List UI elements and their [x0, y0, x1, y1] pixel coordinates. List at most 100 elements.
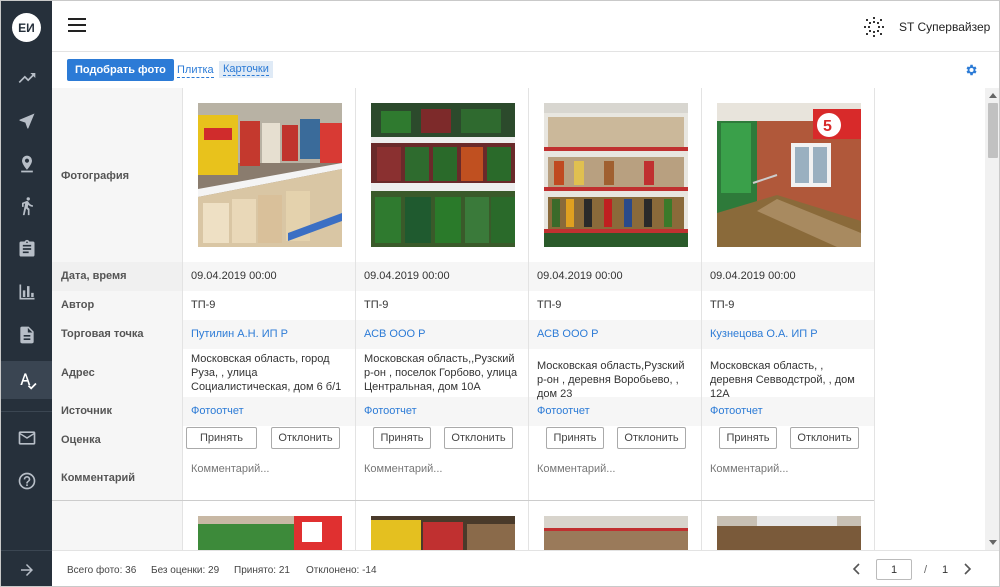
card-datetime: 09.04.2019 00:00: [364, 270, 450, 282]
card-outlet-link[interactable]: АСВ ООО Р: [537, 328, 693, 340]
row-divider: [52, 500, 874, 501]
bar-chart-icon: [19, 284, 34, 300]
card-address: Московская область,Рузский р-он , деревн…: [537, 360, 685, 400]
card-source-link[interactable]: Фотоотчет: [191, 405, 347, 417]
walking-person-icon: [21, 197, 33, 216]
card-outlet-link[interactable]: Кузнецова О.А. ИП Р: [710, 328, 866, 340]
sidebar-item-messages[interactable]: [1, 419, 52, 457]
card-author: ТП-9: [191, 299, 216, 311]
navigation-arrow-icon: [19, 113, 34, 129]
sidebar-item-help[interactable]: [1, 462, 52, 500]
shelf-photo[interactable]: [371, 516, 515, 550]
chevron-right-icon[interactable]: [961, 562, 973, 576]
card-address: Московская область, , деревня Севводстро…: [710, 360, 855, 400]
comment-input[interactable]: Комментарий...: [364, 463, 520, 475]
card-author: ТП-9: [710, 299, 735, 311]
location-pin-icon: [20, 155, 33, 173]
view-cards-label: Карточки: [223, 63, 269, 76]
sidebar-item-analytics[interactable]: [1, 59, 52, 97]
total-pages: 1: [942, 564, 949, 576]
sidebar-item-locations[interactable]: [1, 145, 52, 183]
sidebar-item-visits[interactable]: [1, 187, 52, 225]
label-rating: Оценка: [61, 434, 101, 446]
shelf-photo[interactable]: [198, 103, 342, 247]
card-outlet-link[interactable]: АСВ ООО Р: [364, 328, 520, 340]
accepted-count: Принято: 21: [234, 565, 290, 576]
help-icon: [18, 472, 35, 490]
card-address: Московская область,,Рузский р-он , посел…: [364, 353, 518, 393]
label-address: Адрес: [61, 367, 95, 379]
view-cards-link[interactable]: Карточки: [219, 61, 273, 78]
select-photos-button[interactable]: Подобрать фото: [67, 59, 174, 81]
trending-up-icon: [18, 73, 35, 83]
photo-card: 09.04.2019 00:00 ТП-9 Путилин А.Н. ИП Р …: [183, 88, 356, 550]
label-author: Автор: [61, 299, 95, 311]
accept-button[interactable]: Принять: [719, 427, 777, 449]
vertical-scrollbar[interactable]: [985, 88, 999, 550]
accept-button[interactable]: Принять: [186, 427, 257, 449]
sidebar: ЕИ: [1, 1, 52, 586]
label-comment: Комментарий: [61, 472, 136, 484]
unrated-count: Без оценки: 29: [151, 565, 220, 576]
comment-input[interactable]: Комментарий...: [537, 463, 693, 475]
reject-button[interactable]: Отклонить: [790, 427, 859, 449]
shelf-photo[interactable]: [544, 103, 688, 247]
menu-icon[interactable]: [68, 18, 86, 32]
app-window: ЕИ ST Супервайзер Подобрать фото Плитка …: [0, 0, 1000, 587]
card-outlet-link[interactable]: Путилин А.Н. ИП Р: [191, 328, 347, 340]
document-icon: [19, 326, 34, 344]
reject-button[interactable]: Отклонить: [271, 427, 340, 449]
shelf-photo[interactable]: [544, 516, 688, 550]
sidebar-item-reports[interactable]: [1, 273, 52, 311]
clipboard-icon: [19, 239, 34, 257]
card-address: Московская область, город Руза, , улица …: [191, 353, 342, 393]
page-separator: /: [924, 564, 928, 576]
card-datetime: 09.04.2019 00:00: [191, 270, 277, 282]
photo-card: 5 09.04.2019 00:00 ТП-9 Кузнецова О.А. И…: [702, 88, 875, 550]
comment-input[interactable]: Комментарий...: [191, 463, 347, 475]
card-source-link[interactable]: Фотоотчет: [537, 405, 693, 417]
reject-button[interactable]: Отклонить: [617, 427, 686, 449]
total-photos-count: Всего фото: 36: [67, 565, 137, 576]
sidebar-item-photo-review[interactable]: [1, 361, 52, 399]
card-source-link[interactable]: Фотоотчет: [364, 405, 520, 417]
photo-card: 09.04.2019 00:00 ТП-9 АСВ ООО Р Московск…: [356, 88, 529, 550]
shelf-photo[interactable]: [371, 103, 515, 247]
shelf-photo[interactable]: [198, 516, 342, 550]
avatar[interactable]: ЕИ: [12, 13, 41, 42]
store-photo[interactable]: 5: [717, 103, 861, 247]
rejected-count: Отклонено: -14: [306, 565, 377, 576]
photo-cards-grid: Фотография Дата, время Автор Торговая то…: [52, 88, 985, 550]
crosshair-icon[interactable]: [863, 16, 885, 38]
svg-text:5: 5: [823, 118, 832, 135]
scroll-up-icon[interactable]: [989, 93, 997, 98]
card-datetime: 09.04.2019 00:00: [710, 270, 796, 282]
shelf-photo[interactable]: [717, 516, 861, 550]
toolbar: Подобрать фото Плитка Карточки: [52, 53, 999, 88]
card-author: ТП-9: [537, 299, 562, 311]
user-name[interactable]: ST Супервайзер: [899, 20, 990, 34]
top-header: ST Супервайзер: [52, 1, 999, 52]
scroll-down-icon[interactable]: [989, 540, 997, 545]
sidebar-item-documents[interactable]: [1, 316, 52, 354]
row-labels: Фотография Дата, время Автор Торговая то…: [52, 88, 183, 550]
scroll-thumb[interactable]: [988, 103, 998, 158]
accept-button[interactable]: Принять: [373, 427, 431, 449]
label-datetime: Дата, время: [61, 270, 127, 282]
photo-card: 09.04.2019 00:00 ТП-9 АСВ ООО Р Московск…: [529, 88, 702, 550]
comment-input[interactable]: Комментарий...: [710, 463, 866, 475]
accept-button[interactable]: Принять: [546, 427, 604, 449]
gear-icon[interactable]: [964, 63, 978, 77]
card-datetime: 09.04.2019 00:00: [537, 270, 623, 282]
card-source-link[interactable]: Фотоотчет: [710, 405, 866, 417]
sidebar-expand-button[interactable]: [1, 550, 52, 586]
label-source: Источник: [61, 405, 113, 417]
view-tile-link[interactable]: Плитка: [177, 64, 214, 78]
page-number-input[interactable]: [876, 559, 912, 580]
reject-button[interactable]: Отклонить: [444, 427, 513, 449]
arrow-right-icon: [20, 563, 33, 576]
sidebar-divider: [1, 411, 52, 412]
sidebar-item-navigation[interactable]: [1, 102, 52, 140]
chevron-left-icon[interactable]: [851, 562, 863, 576]
sidebar-item-tasks[interactable]: [1, 230, 52, 268]
